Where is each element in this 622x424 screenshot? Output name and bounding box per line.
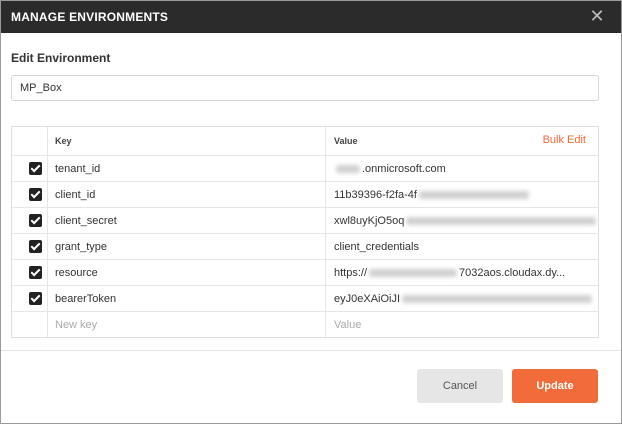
row-check-cell — [12, 208, 48, 233]
value-wrapper: 11b39396-f2fa-4f — [334, 189, 531, 201]
key-text: client_secret — [55, 215, 117, 227]
value-wrapper: .onmicrosoft.com — [334, 163, 446, 175]
dialog-title: MANAGE ENVIRONMENTS — [11, 10, 169, 24]
key-cell[interactable]: tenant_id — [48, 156, 326, 181]
section-title: Edit Environment — [11, 51, 111, 65]
value-cell[interactable]: client_credentials — [327, 234, 598, 259]
header-key-cell: Key — [48, 127, 326, 155]
header-value-label: Value — [334, 136, 358, 146]
redacted-text — [369, 269, 458, 278]
value-text-suffix: 7032aos.cloudax.dy... — [459, 267, 566, 279]
redacted-text — [418, 191, 529, 200]
key-text: resource — [55, 267, 98, 279]
value-text: client_credentials — [334, 241, 419, 253]
cancel-button[interactable]: Cancel — [417, 369, 503, 403]
key-cell[interactable]: grant_type — [48, 234, 326, 259]
table-row: resource https:// 7032aos.cloudax.dy... — [12, 259, 598, 285]
value-wrapper: xwl8uyKjO5oq — [334, 215, 598, 227]
checkmark-icon[interactable] — [29, 188, 42, 201]
value-text: xwl8uyKjO5oq — [334, 215, 405, 227]
value-cell[interactable]: xwl8uyKjO5oq — [327, 208, 598, 233]
header-check-cell — [12, 127, 48, 155]
row-check-cell — [12, 312, 48, 337]
key-cell[interactable]: bearerToken — [48, 286, 326, 311]
table-row: client_secret xwl8uyKjO5oq — [12, 207, 598, 233]
manage-environments-dialog: MANAGE ENVIRONMENTS ✕ Edit Environment K… — [0, 0, 622, 424]
key-cell[interactable]: client_id — [48, 182, 326, 207]
new-key-input[interactable]: New key — [48, 312, 326, 337]
value-text: .onmicrosoft.com — [362, 163, 446, 175]
checkmark-icon[interactable] — [29, 292, 42, 305]
new-key-placeholder: New key — [55, 319, 98, 331]
header-key-label: Key — [55, 136, 72, 146]
redacted-text — [336, 165, 360, 174]
header-value-cell: Value Bulk Edit — [327, 127, 598, 155]
table-row: grant_type client_credentials — [12, 233, 598, 259]
value-text: 11b39396-f2fa-4f — [334, 189, 417, 201]
key-text: grant_type — [55, 241, 107, 253]
variables-table: Key Value Bulk Edit tenant_id .onmicroso… — [11, 126, 599, 338]
row-check-cell — [12, 260, 48, 285]
table-row: tenant_id .onmicrosoft.com — [12, 155, 598, 181]
new-variable-row: New key Value — [12, 311, 598, 337]
value-cell[interactable]: eyJ0eXAiOiJI — [327, 286, 598, 311]
row-check-cell — [12, 286, 48, 311]
value-wrapper: https:// 7032aos.cloudax.dy... — [334, 267, 565, 279]
checkmark-icon[interactable] — [29, 240, 42, 253]
value-wrapper: eyJ0eXAiOiJI — [334, 293, 594, 305]
new-value-placeholder: Value — [334, 319, 362, 331]
table-row: bearerToken eyJ0eXAiOiJI — [12, 285, 598, 311]
value-cell[interactable]: .onmicrosoft.com — [327, 156, 598, 181]
key-cell[interactable]: client_secret — [48, 208, 326, 233]
key-text: tenant_id — [55, 163, 101, 175]
dialog-titlebar: MANAGE ENVIRONMENTS ✕ — [1, 1, 621, 33]
table-row: client_id 11b39396-f2fa-4f — [12, 181, 598, 207]
redacted-text — [406, 217, 597, 226]
checkmark-icon[interactable] — [29, 162, 42, 175]
value-cell[interactable]: https:// 7032aos.cloudax.dy... — [327, 260, 598, 285]
value-cell[interactable]: 11b39396-f2fa-4f — [327, 182, 598, 207]
row-check-cell — [12, 182, 48, 207]
checkmark-icon[interactable] — [29, 214, 42, 227]
environment-name-input[interactable] — [11, 75, 599, 101]
new-value-input[interactable]: Value — [327, 312, 598, 337]
value-text: eyJ0eXAiOiJI — [334, 293, 401, 305]
bulk-edit-link[interactable]: Bulk Edit — [543, 134, 586, 146]
key-text: client_id — [55, 189, 96, 201]
row-check-cell — [12, 234, 48, 259]
checkmark-icon[interactable] — [29, 266, 42, 279]
redacted-text — [402, 295, 593, 304]
key-cell[interactable]: resource — [48, 260, 326, 285]
close-icon[interactable]: ✕ — [589, 7, 605, 25]
table-header: Key Value Bulk Edit — [12, 127, 598, 155]
footer-divider — [1, 350, 621, 351]
row-check-cell — [12, 156, 48, 181]
update-button[interactable]: Update — [512, 369, 598, 403]
value-text-prefix: https:// — [334, 267, 368, 279]
key-text: bearerToken — [55, 293, 117, 305]
